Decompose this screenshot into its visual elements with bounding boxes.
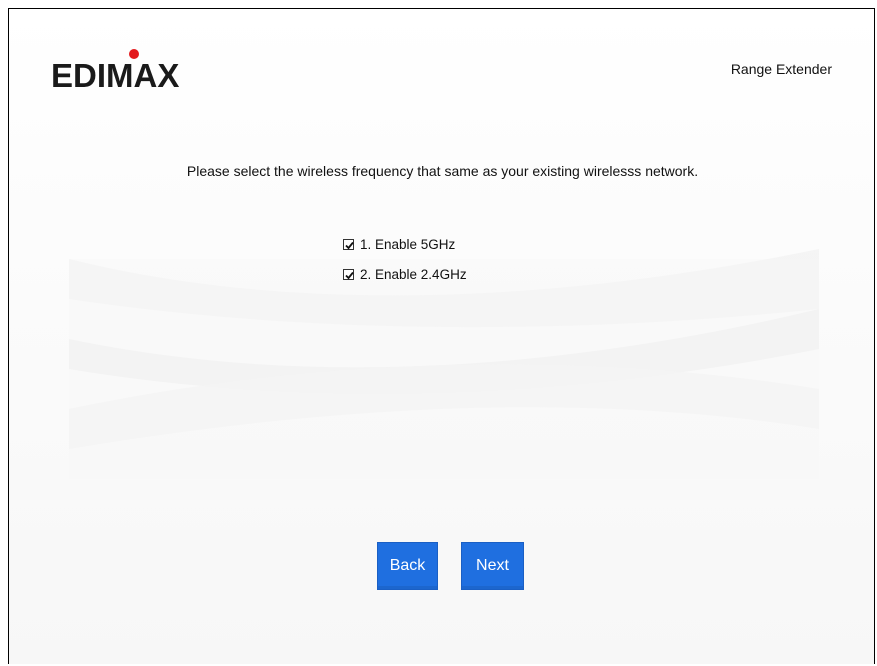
checkmark-icon — [345, 271, 354, 279]
checkmark-icon — [345, 241, 354, 249]
option-24ghz-label: 2. Enable 2.4GHz — [360, 266, 467, 282]
frequency-options: 1. Enable 5GHz 2. Enable 2.4GHz — [343, 232, 467, 292]
next-button[interactable]: Next — [461, 542, 524, 590]
option-24ghz[interactable]: 2. Enable 2.4GHz — [343, 262, 467, 286]
back-button[interactable]: Back — [377, 542, 438, 590]
checkbox-5ghz[interactable] — [343, 238, 354, 250]
checkbox-24ghz[interactable] — [343, 268, 354, 280]
edimax-logo: EDIMAX — [51, 49, 179, 94]
instruction-text: Please select the wireless frequency tha… — [186, 163, 699, 179]
option-5ghz-label: 1. Enable 5GHz — [360, 236, 456, 252]
option-5ghz[interactable]: 1. Enable 5GHz — [343, 232, 467, 256]
setup-wizard-panel: EDIMAX Range Extender Please select the … — [8, 8, 875, 664]
logo-text: EDIMAX — [51, 57, 179, 94]
product-name: Range Extender — [730, 61, 832, 77]
background-swoosh — [69, 249, 819, 479]
